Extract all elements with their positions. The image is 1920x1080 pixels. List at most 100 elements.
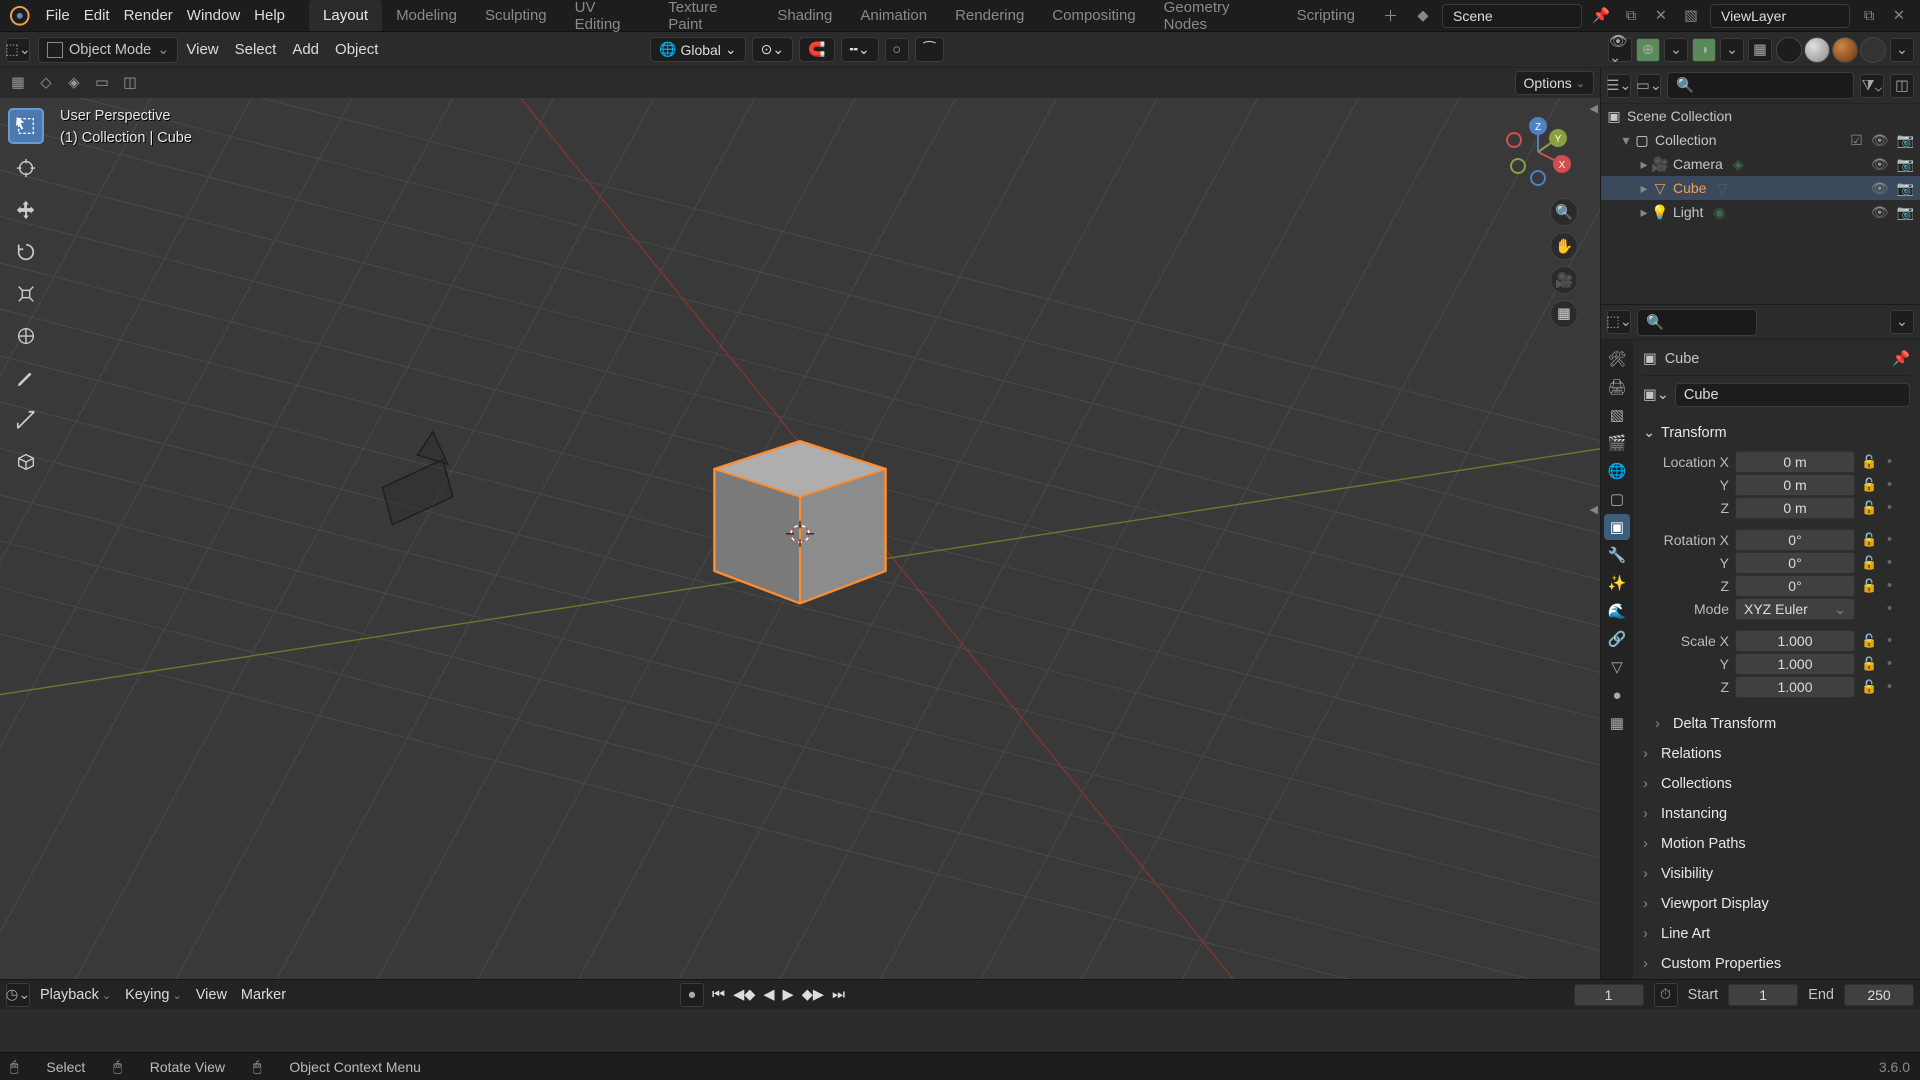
zoom-button[interactable]: 🔍 [1550,198,1578,226]
outliner-filter-icon[interactable]: ⧩⌄ [1860,74,1884,98]
menu-help[interactable]: Help [254,7,285,24]
keyframe-dot[interactable]: • [1887,454,1899,470]
pin-scene-icon[interactable]: 📌 [1590,5,1612,27]
start-frame-field[interactable]: 1 [1728,984,1798,1006]
outliner-scene-collection[interactable]: ▣ Scene Collection [1601,104,1920,128]
current-frame-field[interactable]: 1 [1574,984,1644,1006]
disclosure-triangle-icon[interactable]: ▸ [1637,180,1651,197]
shading-dropdown[interactable]: ⌄ [1890,38,1914,62]
tab-modeling[interactable]: Modeling [382,0,471,31]
tab-shading[interactable]: Shading [763,0,846,31]
options-dropdown[interactable]: Options [1515,71,1594,95]
prop-tab-world[interactable]: 🌐 [1604,458,1630,484]
collection-exclude-checkbox[interactable]: ☑ [1850,132,1863,149]
eye-icon[interactable]: 👁 [1871,180,1889,197]
mode-dropdown[interactable]: Object Mode ⌄ [38,37,178,63]
keyframe-dot[interactable]: • [1887,633,1899,649]
tool-move[interactable] [8,192,44,228]
prev-keyframe-button[interactable]: ◀◆ [733,987,755,1003]
tab-uvediting[interactable]: UV Editing [561,0,655,31]
add-workspace-button[interactable]: ＋ [1369,0,1412,31]
prop-tab-collections[interactable]: ▢ [1604,486,1630,512]
properties-search[interactable]: 🔍 [1637,309,1757,336]
shading-solid[interactable] [1804,37,1830,63]
gizmos-toggle[interactable]: ⊕ [1636,38,1660,62]
npanel-toggle-handle[interactable]: ◀ [1590,503,1598,516]
select-box-icon[interactable]: ▭ [90,71,114,95]
keyframe-dot[interactable]: • [1887,578,1899,594]
camera-view-button[interactable]: 🎥 [1550,266,1578,294]
lock-icon[interactable]: 🔓 [1861,633,1881,649]
scale-x-field[interactable]: 1.000 [1735,630,1855,652]
tool-select-box[interactable] [8,108,44,144]
timeline-menu-marker[interactable]: Marker [241,987,286,1003]
location-y-field[interactable]: 0 m [1735,474,1855,496]
disclosure-triangle-icon[interactable]: ▾ [1619,132,1633,149]
prop-tab-physics[interactable]: 🌊 [1604,598,1630,624]
panel-custom-properties[interactable]: Custom Properties [1643,949,1910,979]
nav-gizmo[interactable]: X Y Z [1502,116,1574,188]
location-z-field[interactable]: 0 m [1735,497,1855,519]
tool-cursor[interactable] [8,150,44,186]
copy-scene-icon[interactable]: ⧉ [1620,5,1642,27]
visibility-filter-icon[interactable]: 👁⌄ [1608,38,1632,62]
jump-start-button[interactable]: ⏮ [712,987,725,1003]
tool-transform[interactable] [8,318,44,354]
tool-scale[interactable] [8,276,44,312]
select-sync-icon[interactable]: ▦ [6,71,30,95]
prop-tab-modifiers[interactable]: 🔧 [1604,542,1630,568]
panel-collections[interactable]: Collections [1643,769,1910,799]
shading-rendered[interactable] [1860,37,1886,63]
lock-icon[interactable]: 🔓 [1861,555,1881,571]
autokey-toggle[interactable]: ● [680,983,704,1007]
keyframe-dot[interactable]: • [1887,477,1899,493]
outliner-item-cube[interactable]: ▸ ▽ Cube ▽ 👁📷 [1601,176,1920,200]
menu-file[interactable]: File [46,7,70,24]
object-name-field[interactable]: Cube [1675,383,1910,407]
shading-wireframe[interactable] [1776,37,1802,63]
panel-visibility[interactable]: Visibility [1643,859,1910,889]
panel-line-art[interactable]: Line Art [1643,919,1910,949]
vmenu-object[interactable]: Object [335,41,378,58]
copy-viewlayer-icon[interactable]: ⧉ [1858,5,1880,27]
lock-icon[interactable]: 🔓 [1861,656,1881,672]
end-frame-field[interactable]: 250 [1844,984,1914,1006]
next-keyframe-button[interactable]: ◆▶ [802,987,824,1003]
keyframe-dot[interactable]: • [1887,679,1899,695]
panel-transform-header[interactable]: Transform [1643,418,1910,448]
viewlayer-field[interactable]: ViewLayer [1710,4,1850,28]
tab-layout[interactable]: Layout [309,0,382,31]
panel-relations[interactable]: Relations [1643,739,1910,769]
render-icon[interactable]: 📷 [1897,156,1914,173]
outliner-search[interactable]: 🔍 [1667,72,1854,99]
tool-measure[interactable] [8,402,44,438]
location-x-field[interactable]: 0 m [1735,451,1855,473]
eye-icon[interactable]: 👁 [1871,156,1889,173]
vmenu-add[interactable]: Add [292,41,319,58]
shading-material[interactable] [1832,37,1858,63]
lock-icon[interactable]: 🔓 [1861,500,1881,516]
tab-rendering[interactable]: Rendering [941,0,1038,31]
tab-sculpting[interactable]: Sculpting [471,0,561,31]
play-button[interactable]: ▶ [783,987,794,1003]
lock-icon[interactable]: 🔓 [1861,532,1881,548]
menu-render[interactable]: Render [124,7,173,24]
scene-name-field[interactable]: Scene [1442,4,1582,28]
snap-dropdown[interactable]: ╍⌄ [841,37,879,62]
rotation-y-field[interactable]: 0° [1735,552,1855,574]
scale-z-field[interactable]: 1.000 [1735,676,1855,698]
tool-rotate[interactable] [8,234,44,270]
rotation-mode-dropdown[interactable]: XYZ Euler⌄ [1735,598,1855,620]
panel-motion-paths[interactable]: Motion Paths [1643,829,1910,859]
outliner-display-mode[interactable]: ▭⌄ [1637,74,1661,98]
outliner-item-light[interactable]: ▸ 💡 Light ◉ 👁📷 [1601,200,1920,224]
jump-end-button[interactable]: ⏭ [832,987,845,1003]
timeline-menu-view[interactable]: View [196,987,227,1003]
prop-tab-material[interactable]: ● [1604,682,1630,708]
keyframe-dot[interactable]: • [1887,601,1899,617]
timeline-type-dropdown[interactable]: ◷⌄ [6,983,30,1007]
tab-texturepaint[interactable]: Texture Paint [654,0,763,31]
prop-tab-particles[interactable]: ✨ [1604,570,1630,596]
menu-edit[interactable]: Edit [84,7,110,24]
snap-toggle[interactable]: 🧲 [799,37,834,62]
